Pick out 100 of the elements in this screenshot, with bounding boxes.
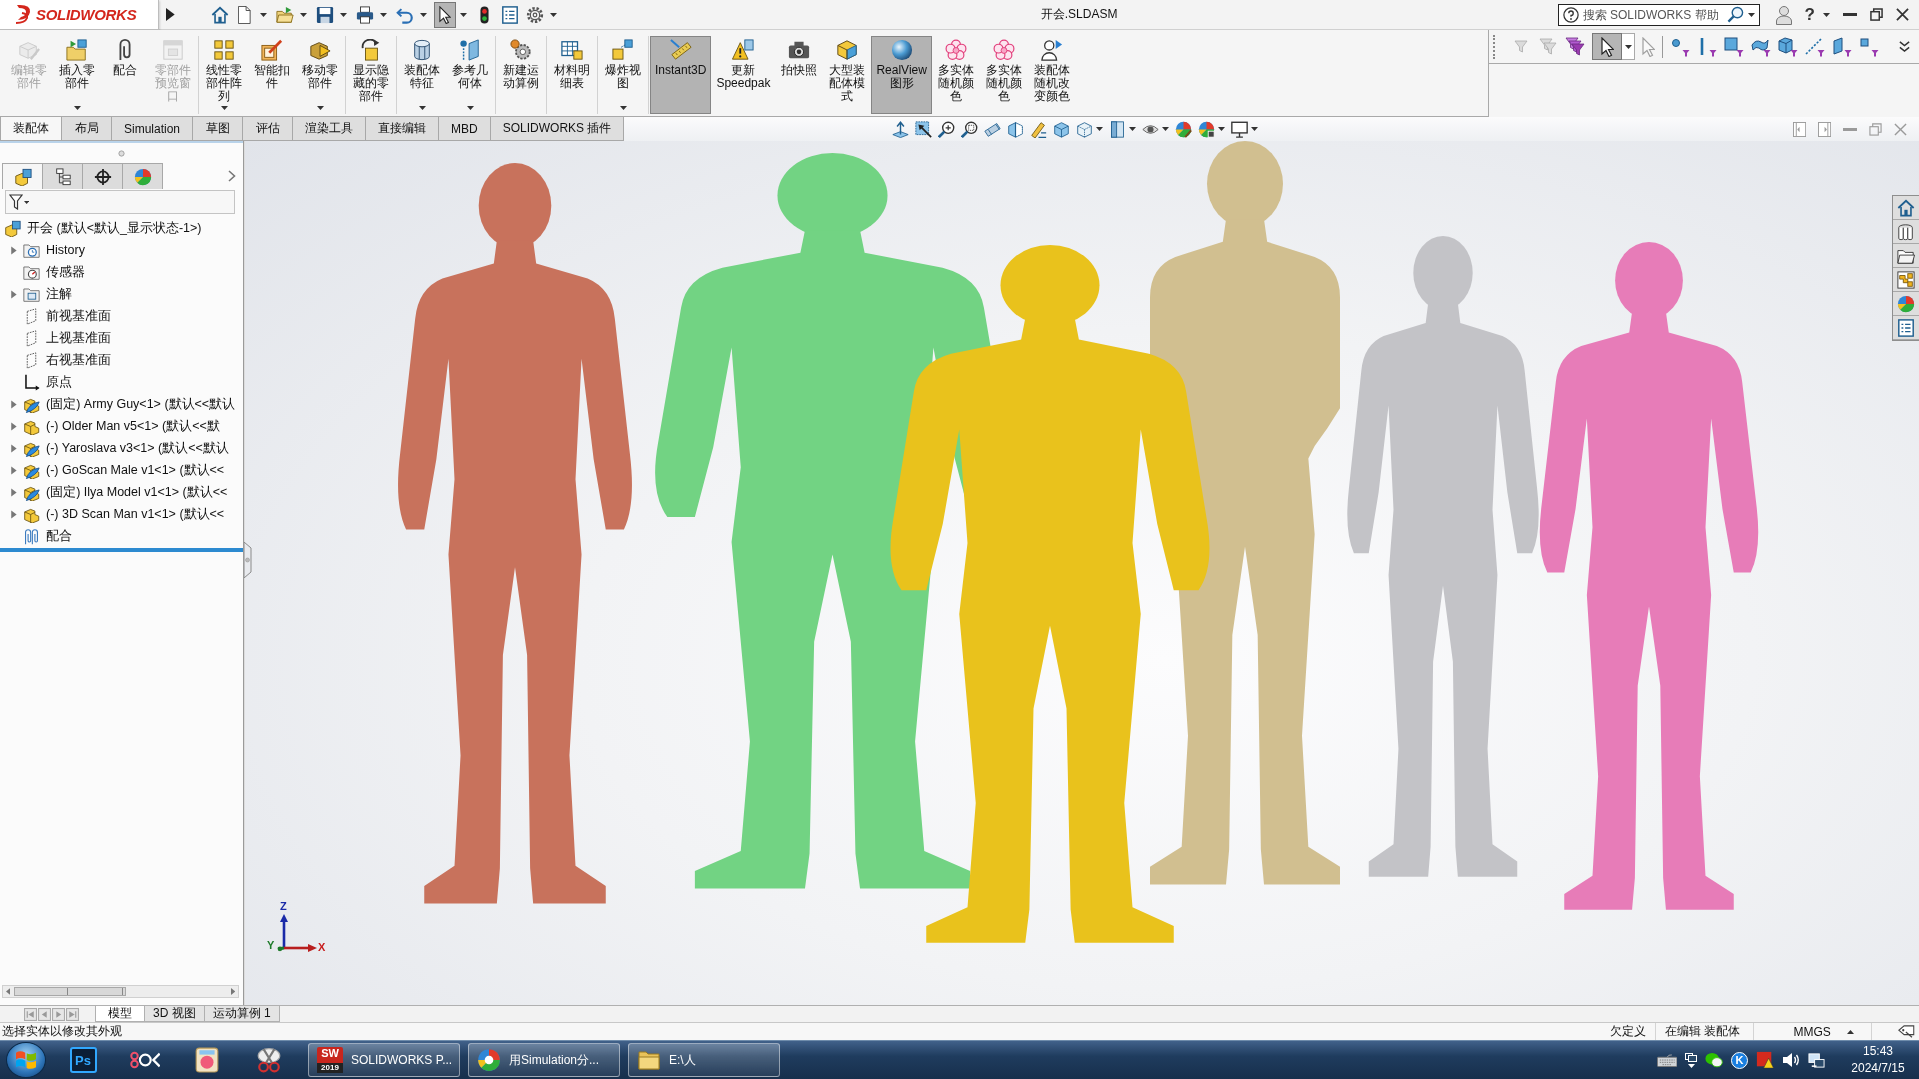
shaded-box-icon[interactable] bbox=[1109, 120, 1127, 138]
expand-arrow-icon[interactable] bbox=[8, 421, 18, 431]
magnifier-icon[interactable] bbox=[938, 120, 956, 138]
taskbar-task-button[interactable]: SW 2019 SOLIDWORKS P... bbox=[308, 1043, 460, 1077]
command-button[interactable]: 材料明细表 bbox=[548, 36, 596, 114]
pencil-icon[interactable] bbox=[1030, 120, 1048, 138]
new-document-icon[interactable] bbox=[238, 5, 251, 24]
speaker-icon[interactable] bbox=[1782, 1052, 1800, 1068]
help-button[interactable]: ? bbox=[1804, 6, 1815, 23]
caret-icon[interactable] bbox=[1096, 127, 1104, 131]
command-button[interactable]: 装配体特征 bbox=[398, 36, 446, 114]
tree-item[interactable]: (-) Older Man v5<1> (默认<<默 bbox=[46, 417, 220, 435]
filter-field[interactable] bbox=[5, 190, 235, 214]
model-tab[interactable]: 3D 视图 bbox=[144, 1006, 205, 1022]
model-tab[interactable]: 模型 bbox=[95, 1006, 145, 1022]
tree-item[interactable]: (固定) Ilya Model v1<1> (默认<< bbox=[46, 483, 228, 501]
small-square-filter-icon[interactable] bbox=[1859, 36, 1879, 57]
user-icon[interactable] bbox=[1775, 4, 1792, 25]
tree-item[interactable]: 开会 (默认<默认_显示状态-1>) bbox=[27, 219, 202, 237]
ribbon-tab[interactable]: 装配体 bbox=[0, 117, 62, 141]
pinned-app-button[interactable]: Ps bbox=[69, 1047, 97, 1073]
clock-date[interactable]: 2024/7/15 bbox=[1851, 1060, 1905, 1077]
caret-icon[interactable] bbox=[299, 12, 307, 17]
tree-item[interactable]: 右视基准面 bbox=[46, 351, 111, 369]
command-button[interactable]: 更新Speedpak bbox=[711, 36, 776, 114]
expand-arrow-icon[interactable] bbox=[8, 487, 18, 497]
toolbar-button[interactable] bbox=[1592, 33, 1622, 60]
keyboard-icon[interactable] bbox=[1656, 1053, 1678, 1067]
command-button[interactable]: 插入零部件 bbox=[53, 36, 101, 114]
command-button[interactable]: 拍快照 bbox=[775, 36, 824, 114]
magnifier-icon[interactable] bbox=[961, 120, 979, 138]
scissors-icon[interactable] bbox=[256, 1047, 282, 1073]
caret-icon[interactable] bbox=[379, 12, 387, 17]
taskbar-task-button[interactable]: E:\人 bbox=[628, 1043, 780, 1077]
tree-item[interactable]: 前视基准面 bbox=[46, 307, 111, 325]
units-selector[interactable]: MMGS bbox=[1793, 1024, 1831, 1039]
caret-icon[interactable] bbox=[259, 12, 267, 17]
network-icon[interactable] bbox=[1808, 1051, 1825, 1069]
ribbon-tab[interactable]: 布局 bbox=[61, 117, 112, 141]
list-icon[interactable] bbox=[500, 5, 519, 24]
start-button[interactable] bbox=[6, 1042, 46, 1078]
search-field[interactable]: 搜索 SOLIDWORKS 帮助 bbox=[1557, 3, 1760, 26]
minimize-icon[interactable] bbox=[1843, 127, 1857, 131]
caret-icon[interactable] bbox=[1823, 12, 1830, 17]
command-button[interactable]: 爆炸视图 bbox=[599, 36, 647, 114]
chevron-right-icon[interactable] bbox=[228, 170, 236, 182]
cube-filter-icon[interactable] bbox=[1778, 36, 1798, 57]
toolbar-button[interactable] bbox=[433, 1, 456, 28]
task-pane-tab[interactable] bbox=[1893, 292, 1919, 316]
caret-icon[interactable] bbox=[339, 12, 347, 17]
ribbon-tab[interactable]: Simulation bbox=[111, 117, 194, 141]
tile-left-icon[interactable] bbox=[1792, 121, 1806, 137]
caret-icon[interactable] bbox=[419, 12, 427, 17]
settings-icon[interactable] bbox=[525, 5, 544, 24]
model-tab[interactable]: 运动算例 1 bbox=[203, 1006, 280, 1022]
color-ball-icon[interactable] bbox=[1175, 120, 1193, 138]
caret-icon[interactable] bbox=[1251, 127, 1259, 131]
caret-icon[interactable] bbox=[549, 12, 557, 17]
command-button[interactable]: Instant3D bbox=[650, 36, 712, 114]
expand-arrow-icon[interactable] bbox=[8, 509, 18, 519]
panel-tab[interactable] bbox=[42, 163, 83, 189]
square-filter-icon[interactable] bbox=[1724, 36, 1744, 57]
ribbon-tab[interactable]: 渲染工具 bbox=[292, 117, 367, 141]
panel-tab[interactable] bbox=[82, 163, 123, 189]
scroll-right-icon[interactable] bbox=[230, 988, 235, 995]
photo-app-icon[interactable] bbox=[194, 1047, 220, 1073]
ribbon-tab[interactable]: MBD bbox=[438, 117, 491, 141]
tree-item[interactable]: (-) 3D Scan Man v1<1> (默认<< bbox=[46, 505, 225, 523]
task-pane-tab[interactable] bbox=[1893, 220, 1919, 244]
command-button[interactable]: RealView图形 bbox=[871, 36, 932, 114]
expand-arrow-icon[interactable] bbox=[8, 289, 18, 299]
command-button[interactable]: 智能扣件 bbox=[248, 36, 296, 114]
task-pane-tab[interactable] bbox=[1893, 316, 1919, 340]
tree-item[interactable]: 原点 bbox=[46, 373, 72, 391]
warning-tile-icon[interactable] bbox=[1756, 1051, 1774, 1069]
command-button[interactable]: 移动零部件 bbox=[296, 36, 344, 114]
caret-icon[interactable] bbox=[1162, 127, 1170, 131]
ribbon-tab[interactable]: 评估 bbox=[242, 117, 294, 141]
close-icon[interactable] bbox=[1896, 8, 1909, 21]
task-pane-tab[interactable] bbox=[1893, 268, 1919, 292]
caret-icon[interactable] bbox=[1218, 127, 1226, 131]
arrow-plane-icon[interactable] bbox=[892, 120, 910, 138]
toolbar-grip[interactable] bbox=[1493, 34, 1496, 59]
tree-item[interactable]: 配合 bbox=[46, 527, 72, 545]
funnels-icon[interactable] bbox=[1565, 36, 1585, 57]
scrollbar-thumb[interactable] bbox=[14, 987, 127, 996]
command-button[interactable]: 新建运动算例 bbox=[497, 36, 545, 114]
dashed-line-filter-icon[interactable] bbox=[1805, 36, 1825, 57]
telescope-icon[interactable] bbox=[984, 120, 1002, 138]
menu-arrow-icon[interactable] bbox=[166, 8, 175, 21]
command-button[interactable]: 大型装配体模式 bbox=[823, 36, 872, 114]
splitter-handle-icon[interactable] bbox=[118, 149, 125, 157]
expand-arrow-icon[interactable] bbox=[8, 443, 18, 453]
ribbon-tab[interactable]: SOLIDWORKS 插件 bbox=[489, 117, 625, 141]
tree-item[interactable]: 注解 bbox=[46, 285, 72, 303]
tree-item[interactable]: 传感器 bbox=[46, 263, 85, 281]
plane-filter-icon[interactable] bbox=[1832, 36, 1852, 57]
printer-icon[interactable] bbox=[355, 5, 374, 24]
caret-icon[interactable] bbox=[1747, 12, 1755, 17]
rings-chevron-icon[interactable] bbox=[129, 1051, 161, 1069]
